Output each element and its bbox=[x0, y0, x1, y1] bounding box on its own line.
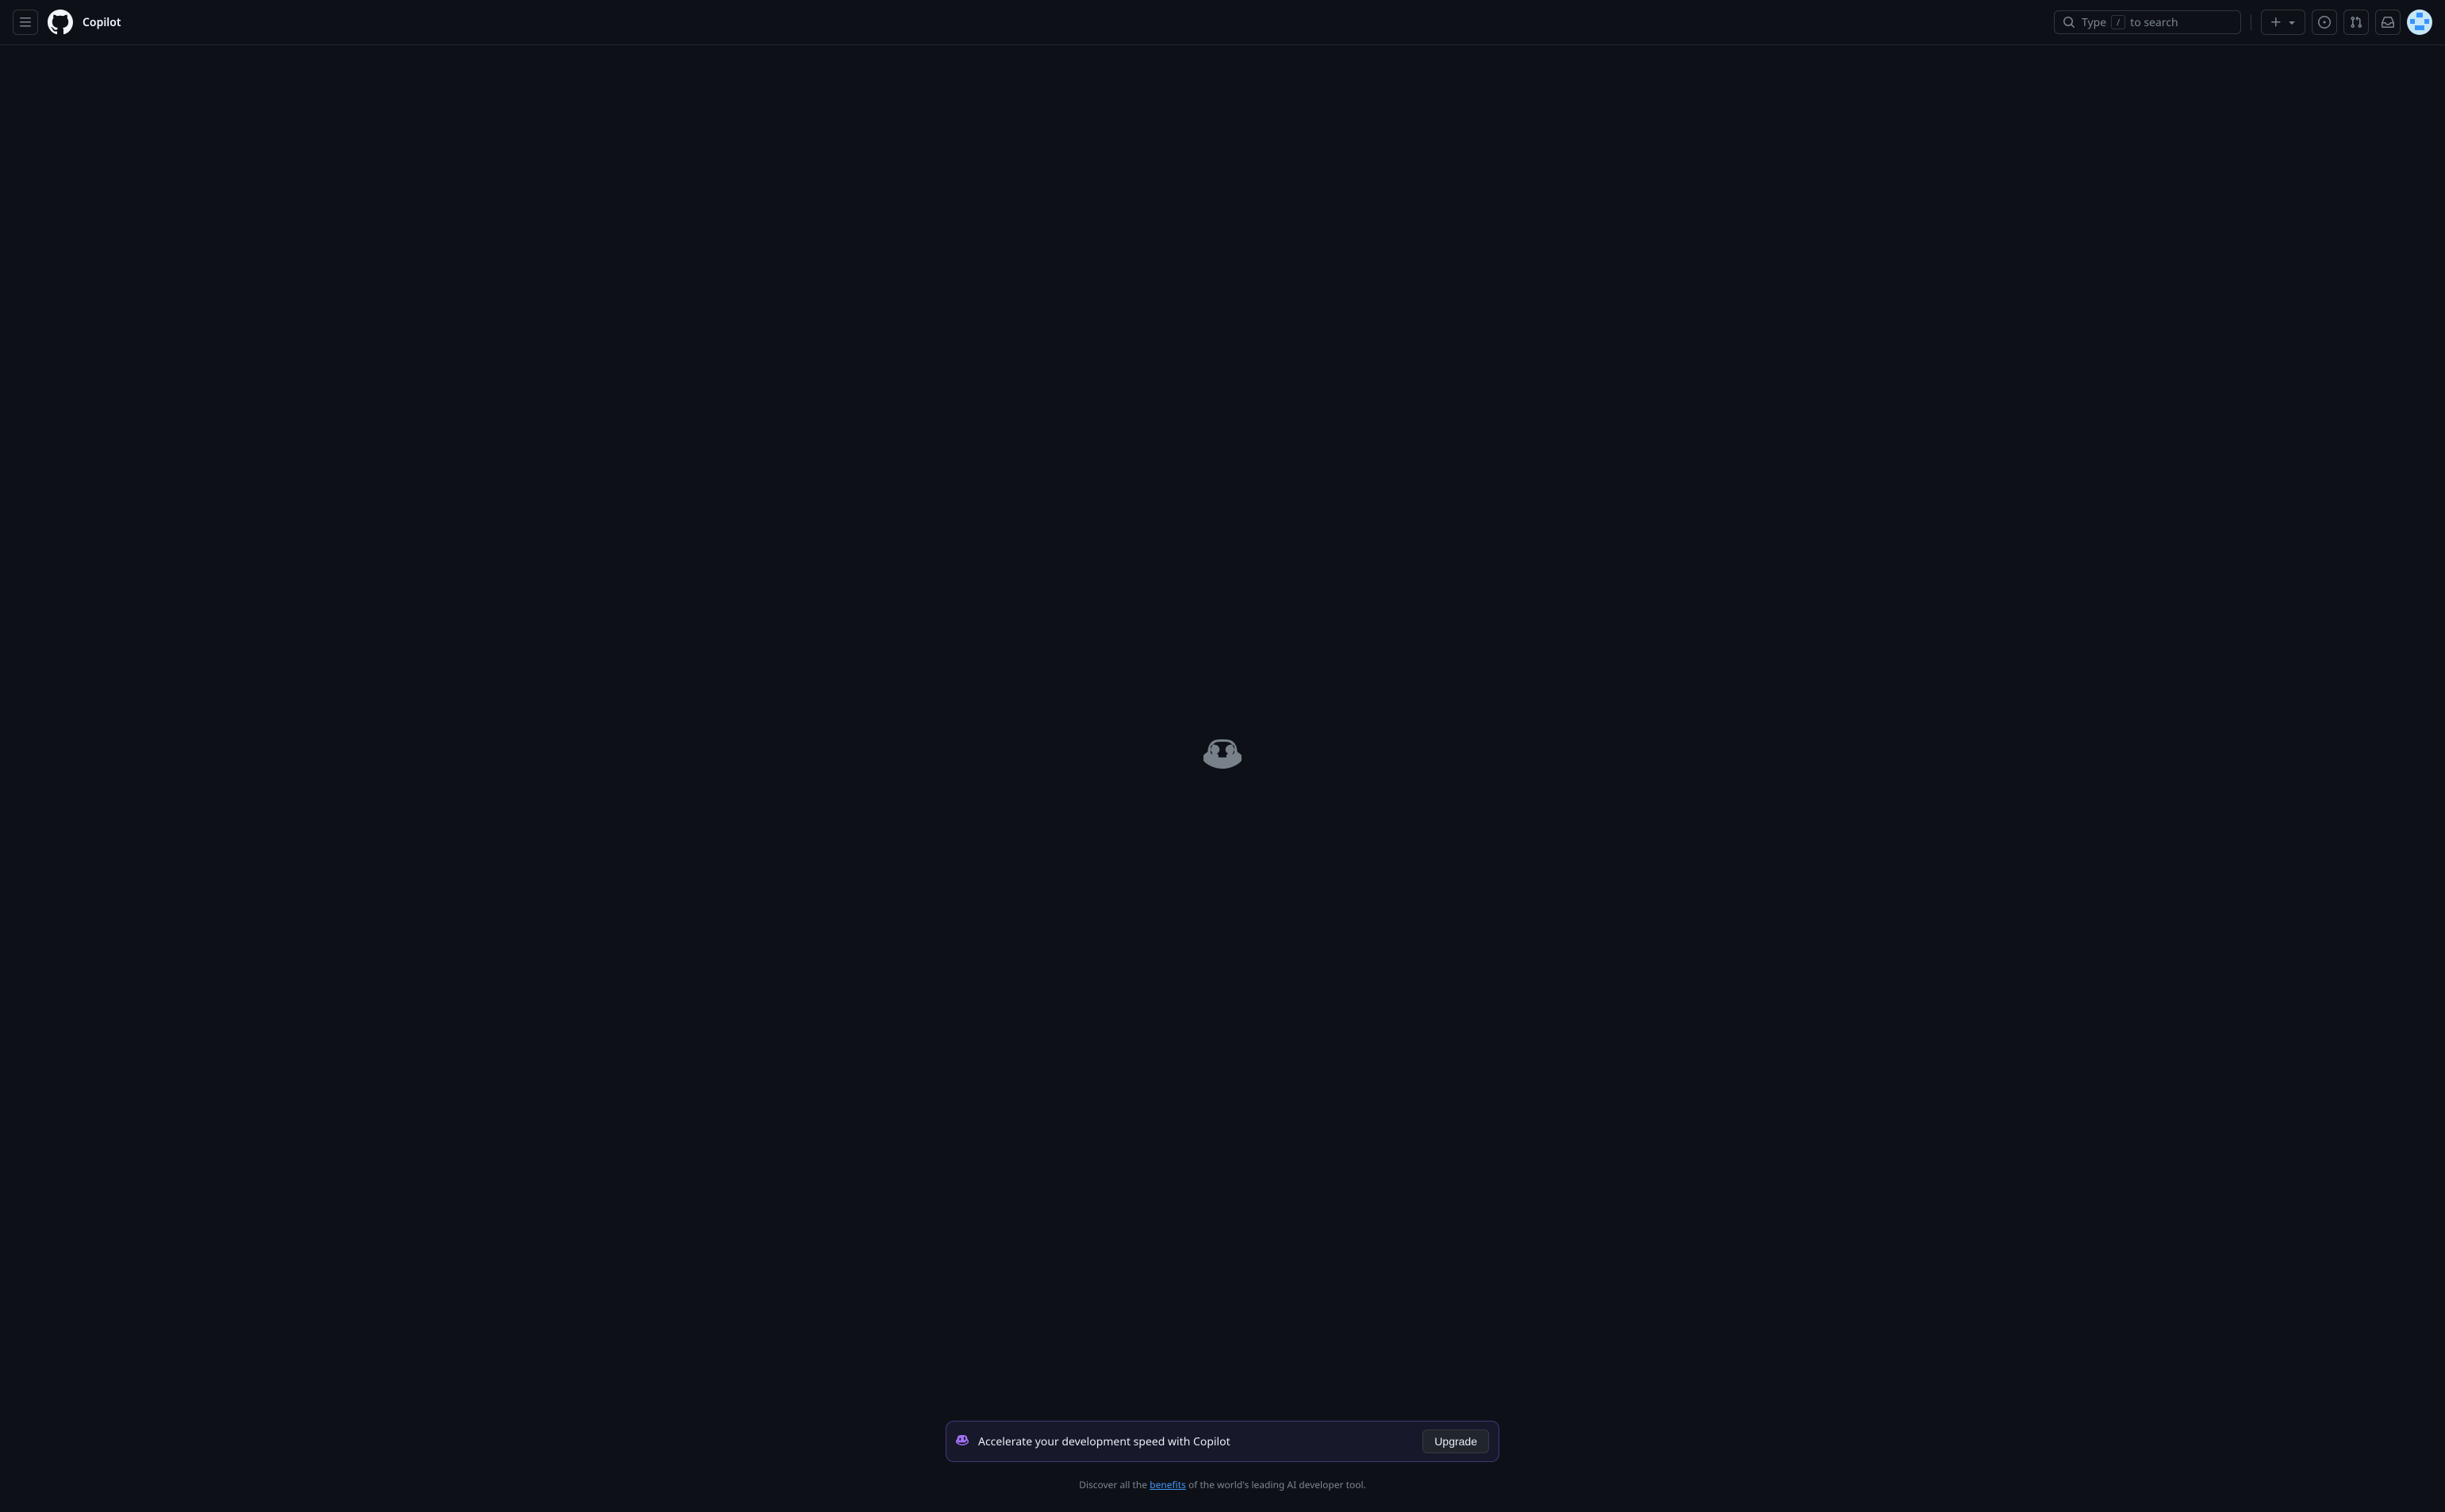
hamburger-menu-button[interactable] bbox=[13, 10, 38, 35]
upgrade-banner: Accelerate your development speed with C… bbox=[946, 1421, 1499, 1462]
app-header: Copilot Type / to search bbox=[0, 0, 2445, 45]
user-avatar[interactable] bbox=[2407, 10, 2432, 35]
avatar-identicon bbox=[2407, 10, 2432, 35]
header-right: Type / to search bbox=[2054, 10, 2432, 35]
benefits-link[interactable]: benefits bbox=[1150, 1478, 1186, 1491]
search-icon bbox=[2063, 16, 2075, 29]
hamburger-icon bbox=[19, 16, 32, 29]
discover-line: Discover all the benefits of the world's… bbox=[1079, 1478, 1366, 1491]
search-key-badge: / bbox=[2111, 15, 2125, 29]
git-pull-request-icon bbox=[2350, 16, 2362, 29]
discover-prefix: Discover all the bbox=[1079, 1478, 1150, 1491]
create-new-button[interactable] bbox=[2261, 10, 2305, 35]
github-logo[interactable] bbox=[48, 10, 73, 35]
header-left: Copilot bbox=[13, 10, 121, 35]
search-prefix: Type bbox=[2082, 15, 2106, 30]
upgrade-button[interactable]: Upgrade bbox=[1422, 1429, 1489, 1453]
chevron-down-icon bbox=[2286, 16, 2298, 29]
copilot-logo bbox=[1203, 734, 1242, 776]
banner-text: Accelerate your development speed with C… bbox=[978, 1434, 1230, 1449]
search-input[interactable]: Type / to search bbox=[2054, 10, 2241, 34]
page-title: Copilot bbox=[83, 15, 121, 30]
copilot-small-icon bbox=[956, 1433, 969, 1450]
inbox-icon bbox=[2382, 16, 2394, 29]
banner-left: Accelerate your development speed with C… bbox=[956, 1433, 1230, 1450]
issue-opened-icon bbox=[2318, 16, 2331, 29]
search-placeholder: Type / to search bbox=[2082, 15, 2178, 30]
notifications-button[interactable] bbox=[2375, 10, 2401, 35]
discover-suffix: of the world's leading AI developer tool… bbox=[1186, 1478, 1366, 1491]
github-mark-icon bbox=[48, 10, 73, 35]
bottom-section: Accelerate your development speed with C… bbox=[946, 1421, 1499, 1491]
plus-icon bbox=[2270, 16, 2282, 29]
search-suffix: to search bbox=[2130, 15, 2178, 30]
issues-button[interactable] bbox=[2312, 10, 2337, 35]
main-content: Accelerate your development speed with C… bbox=[0, 45, 2445, 1512]
copilot-icon bbox=[1203, 734, 1242, 772]
pull-requests-button[interactable] bbox=[2343, 10, 2369, 35]
